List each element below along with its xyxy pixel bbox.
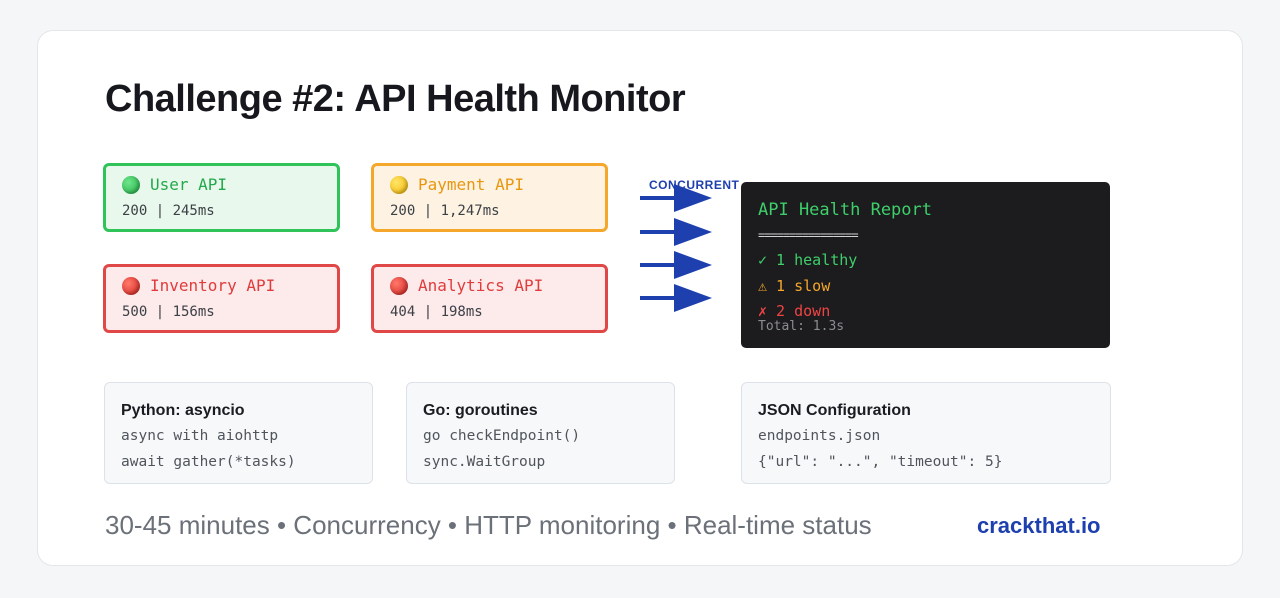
brand-link[interactable]: crackthat.io [977, 513, 1101, 539]
status-green-icon [122, 175, 140, 194]
page-title: Challenge #2: API Health Monitor [105, 78, 686, 120]
report-slow: ⚠ 1 slow [758, 277, 831, 295]
api-stats: 500 | 156ms [122, 304, 215, 320]
arrow-right-icon [640, 251, 712, 279]
report-down: ✗ 2 down [758, 302, 831, 320]
api-card-analytics: Analytics API 404 | 198ms [371, 264, 608, 333]
health-report-terminal: API Health Report ================ ✓ 1 h… [741, 182, 1110, 348]
api-name: User API [150, 175, 228, 194]
info-title: Go: goroutines [423, 402, 538, 419]
info-box-python: Python: asyncio async with aiohttp await… [104, 382, 373, 484]
info-title: Python: asyncio [121, 402, 245, 419]
concurrent-arrows [640, 184, 712, 312]
report-title: API Health Report [758, 200, 932, 220]
info-code-line: endpoints.json [758, 428, 881, 444]
api-stats: 404 | 198ms [390, 304, 483, 320]
info-box-go: Go: goroutines go checkEndpoint() sync.W… [406, 382, 675, 484]
info-code-line: go checkEndpoint() [423, 428, 581, 444]
report-total: Total: 1.3s [758, 319, 845, 334]
info-box-json: JSON Configuration endpoints.json {"url"… [741, 382, 1111, 484]
api-card-payment: Payment API 200 | 1,247ms [371, 163, 608, 232]
status-red-icon [390, 276, 408, 295]
info-code-line: await gather(*tasks) [121, 454, 296, 470]
api-name: Inventory API [150, 276, 276, 295]
arrow-right-icon [640, 284, 712, 312]
report-healthy: ✓ 1 healthy [758, 251, 858, 269]
api-card-user: User API 200 | 245ms [103, 163, 340, 232]
info-code-line: async with aiohttp [121, 428, 279, 444]
status-red-icon [122, 276, 140, 295]
api-card-inventory: Inventory API 500 | 156ms [103, 264, 340, 333]
info-code-line: {"url": "...", "timeout": 5} [758, 454, 1003, 470]
api-name: Payment API [418, 175, 524, 194]
arrow-right-icon [640, 218, 712, 246]
concurrent-label: CONCURRENT [649, 178, 740, 192]
api-stats: 200 | 245ms [122, 203, 215, 219]
api-name: Analytics API [418, 276, 544, 295]
api-stats: 200 | 1,247ms [390, 203, 500, 219]
status-yellow-icon [390, 175, 408, 194]
footer-tags: 30-45 minutes • Concurrency • HTTP monit… [105, 510, 872, 540]
report-divider: ================ [758, 228, 859, 242]
info-title: JSON Configuration [758, 402, 911, 419]
info-code-line: sync.WaitGroup [423, 454, 546, 470]
